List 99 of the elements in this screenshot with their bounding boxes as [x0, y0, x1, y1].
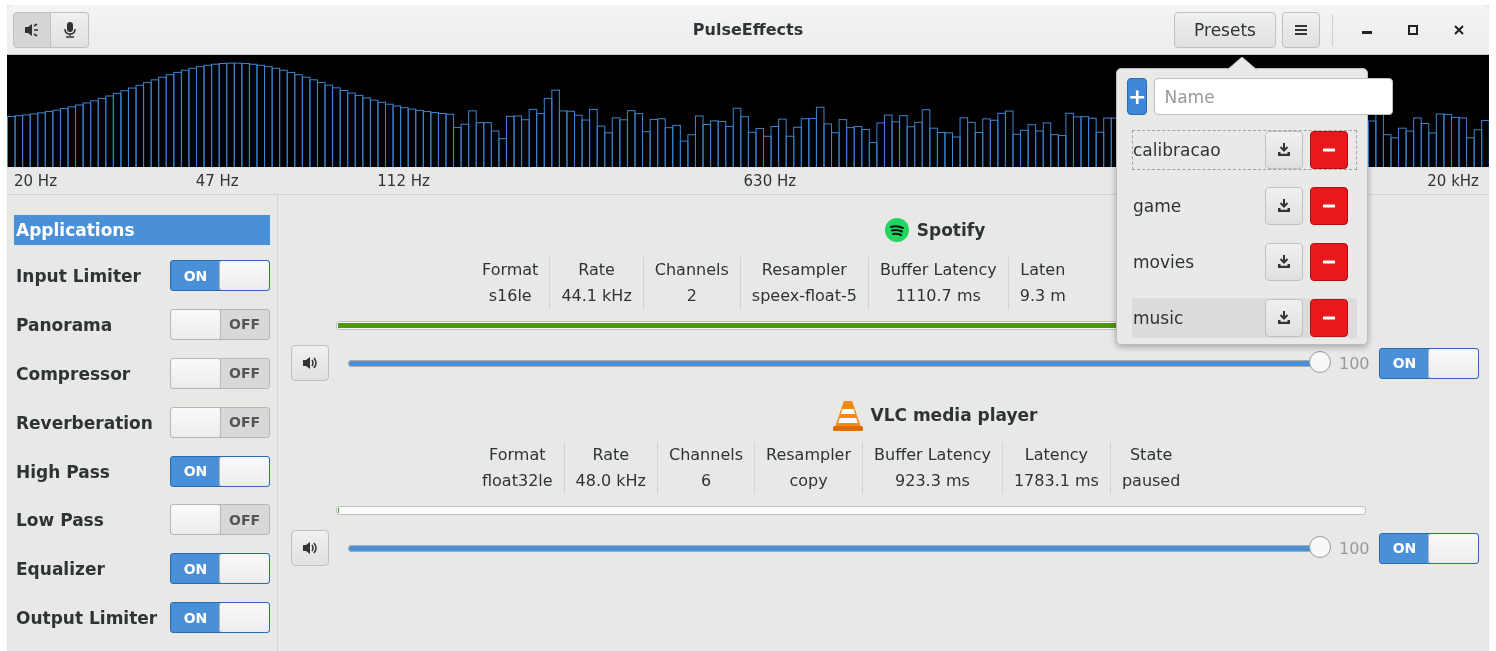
info-value: 923.3 ms	[895, 470, 970, 492]
preset-row[interactable]: music	[1132, 298, 1357, 338]
add-preset-button[interactable]: +	[1127, 78, 1148, 115]
speaker-icon	[24, 21, 40, 38]
preset-row[interactable]: game	[1132, 186, 1357, 226]
info-label: Channels	[669, 444, 744, 466]
info-value: speex-float-5	[751, 285, 857, 307]
download-icon	[1277, 255, 1291, 269]
info-label: Latency	[1024, 444, 1089, 466]
minus-icon	[1323, 148, 1335, 152]
info-label: State	[1129, 444, 1173, 466]
minus-icon	[1323, 204, 1335, 208]
app-name: Spotify	[916, 220, 986, 240]
menu-icon	[1295, 23, 1307, 36]
microphone-icon	[62, 21, 77, 38]
microphone-button[interactable]	[51, 11, 89, 48]
presets-button[interactable]: Presets	[1174, 11, 1276, 48]
effect-label: Output Limiter	[15, 607, 158, 629]
info-label: Buffer Latency	[879, 259, 997, 281]
effect-label: Compressor	[15, 362, 131, 384]
download-icon	[1277, 199, 1291, 213]
minus-icon	[1323, 316, 1335, 320]
info-value: 48.0 kHz	[575, 470, 646, 492]
download-icon	[1277, 311, 1291, 325]
preset-row[interactable]: calibracao	[1132, 130, 1357, 170]
frequency-label: 20 kHz	[1427, 171, 1479, 190]
name-field[interactable]: Name	[1154, 78, 1394, 115]
sidebar-item[interactable]: Applications	[14, 215, 270, 245]
info-value: 2	[686, 285, 697, 307]
volume-slider[interactable]	[348, 537, 1332, 559]
info-label: Resampler	[761, 259, 847, 281]
window-title: PulseEffects	[692, 20, 804, 39]
frequency-label: 20 Hz	[14, 171, 58, 190]
frequency-label: 630 Hz	[743, 171, 798, 190]
effect-label: Input Limiter	[15, 265, 141, 286]
preset-name: music	[1133, 308, 1185, 328]
effect-label: Panorama	[15, 313, 113, 335]
remove-button[interactable]	[1310, 299, 1348, 337]
minimize-icon	[1362, 31, 1372, 34]
info-label: Rate	[592, 444, 630, 466]
preset-name: calibracao	[1133, 140, 1222, 160]
toggle-switch[interactable]: OFF	[170, 357, 270, 389]
toggle-switch[interactable]: OFF	[170, 504, 270, 536]
effect-label: High Pass	[15, 460, 110, 482]
load-button[interactable]	[1265, 243, 1303, 281]
toggle-switch[interactable]: ON	[170, 455, 270, 487]
maximize-icon	[1408, 24, 1418, 35]
volume-value: 100	[1339, 353, 1371, 373]
toggle-switch[interactable]: ON	[170, 602, 270, 634]
mute-button[interactable]	[291, 345, 329, 381]
volume-value: 100	[1339, 538, 1371, 558]
info-label: Laten	[1020, 259, 1066, 281]
effect-label: Low Pass	[15, 509, 104, 531]
close-icon	[1454, 24, 1464, 35]
toggle-switch[interactable]: ON	[1379, 532, 1479, 564]
info-label: Format	[482, 259, 539, 281]
info-value: 1783.1 ms	[1013, 470, 1099, 492]
preset-row[interactable]: movies	[1132, 242, 1357, 282]
mute-button[interactable]	[291, 530, 329, 566]
info-label: Resampler	[766, 444, 852, 466]
speaker-icon	[302, 356, 318, 370]
effect-label: Equalizer	[15, 558, 105, 580]
info-label: Format	[489, 444, 546, 466]
toggle-switch[interactable]: ON	[170, 553, 270, 585]
speaker-button[interactable]	[13, 11, 51, 48]
info-value: float32le	[482, 470, 553, 492]
info-label: Rate	[578, 259, 615, 281]
frequency-label: 112 Hz	[377, 171, 431, 190]
load-button[interactable]	[1265, 131, 1303, 169]
speaker-icon	[302, 541, 318, 555]
info-label: Channels	[654, 259, 729, 281]
toggle-switch[interactable]: ON	[170, 260, 270, 291]
preset-name: game	[1133, 196, 1183, 216]
info-value: copy	[789, 470, 828, 492]
preset-name: movies	[1133, 252, 1196, 272]
load-button[interactable]	[1265, 299, 1303, 337]
info-value: 1110.7 ms	[895, 285, 981, 307]
toggle-switch[interactable]: OFF	[170, 308, 270, 340]
menu-button[interactable]	[1282, 11, 1320, 48]
toggle-switch[interactable]: OFF	[170, 406, 270, 438]
traffic-cone-icon	[832, 399, 863, 431]
info-value: paused	[1121, 470, 1181, 492]
info-value: 9.3 m	[1019, 285, 1066, 307]
download-icon	[1277, 143, 1291, 157]
remove-button[interactable]	[1310, 131, 1348, 169]
info-value: 6	[700, 470, 712, 492]
remove-button[interactable]	[1310, 187, 1348, 225]
volume-slider[interactable]	[348, 352, 1332, 374]
remove-button[interactable]	[1310, 243, 1348, 281]
info-label: Buffer Latency	[874, 444, 991, 466]
info-value: 44.1 kHz	[561, 285, 632, 307]
load-button[interactable]	[1265, 187, 1303, 225]
effect-label: Reverberation	[15, 411, 153, 433]
toggle-switch[interactable]: ON	[1379, 347, 1479, 379]
music-app-icon	[884, 218, 909, 242]
minus-icon	[1323, 260, 1335, 264]
frequency-label: 47 Hz	[195, 171, 240, 190]
app-name: VLC media player	[870, 405, 1038, 425]
info-value: s16le	[488, 285, 532, 307]
